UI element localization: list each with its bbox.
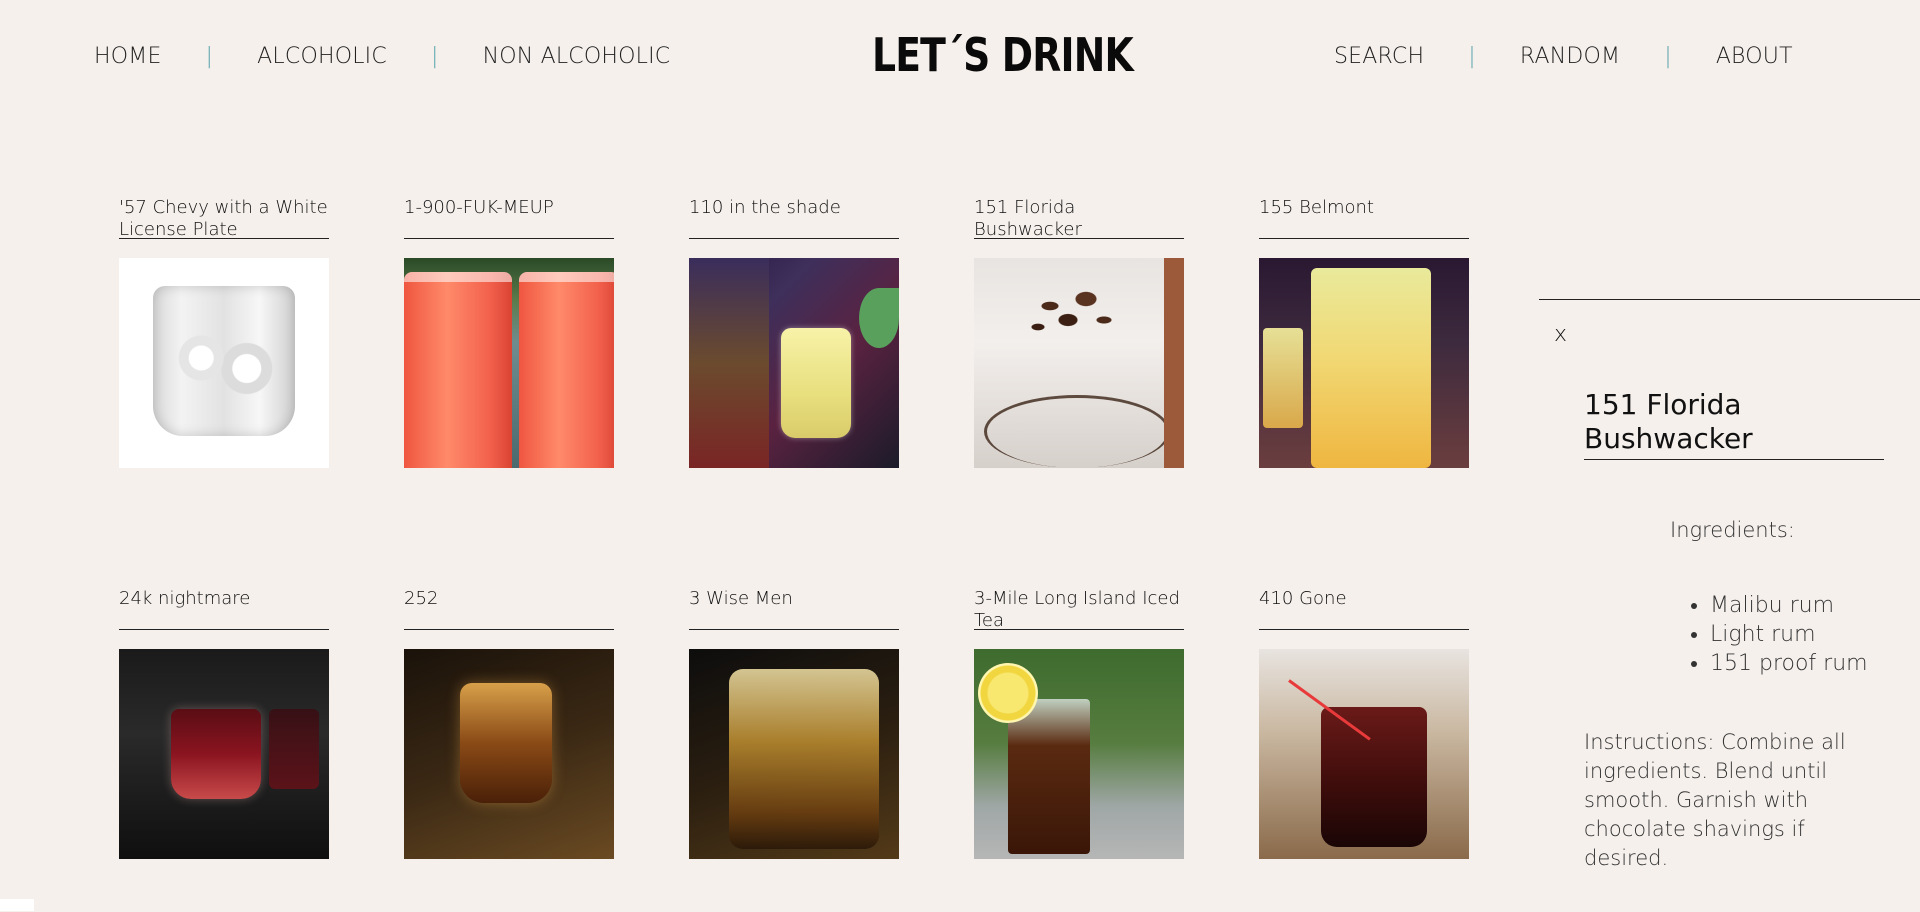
nav-separator: | [205,44,214,69]
nav-non-alcoholic-link[interactable]: NON ALCOHOLIC [483,44,671,69]
nav-left: HOME | ALCOHOLIC | NON ALCOHOLIC [94,44,670,69]
drink-image[interactable] [689,649,899,859]
drink-title: 110 in the shade [689,195,899,239]
drink-title: 3-Mile Long Island Iced Tea [974,586,1184,630]
ingredient-item: Light rum [1710,620,1868,649]
drink-title: 151 Florida Bushwacker [974,195,1184,239]
drink-title: 24k nightmare [119,586,329,630]
drink-title: 1-900-FUK-MEUP [404,195,614,239]
ingredients-heading: Ingredients: [1670,518,1795,542]
drink-card[interactable]: 1-900-FUK-MEUP [404,195,614,468]
drink-title: 3 Wise Men [689,586,899,630]
drink-title: 155 Belmont [1259,195,1469,239]
nav-alcoholic-link[interactable]: ALCOHOLIC [257,44,387,69]
drink-image[interactable] [404,258,614,468]
drink-image[interactable] [974,649,1184,859]
drink-image[interactable] [1259,649,1469,859]
drink-detail-panel: x 151 Florida Bushwacker Ingredients: Ma… [1539,299,1920,912]
nav-right: SEARCH | RANDOM | ABOUT [1334,44,1793,69]
nav-home-link[interactable]: HOME [94,44,162,69]
ingredients-list: Malibu rum Light rum 151 proof rum [1690,591,1868,678]
drink-image[interactable] [689,258,899,468]
nav-about-link[interactable]: ABOUT [1716,44,1793,69]
site-header: HOME | ALCOHOLIC | NON ALCOHOLIC LET´S D… [0,0,1920,120]
drink-card[interactable]: 151 Florida Bushwacker [974,195,1184,468]
drink-image[interactable] [974,258,1184,468]
drink-card[interactable]: 3 Wise Men [689,586,899,859]
drink-image[interactable] [119,258,329,468]
nav-search-link[interactable]: SEARCH [1334,44,1424,69]
drink-card[interactable]: 110 in the shade [689,195,899,468]
ingredient-item: 151 proof rum [1710,649,1868,678]
drink-image[interactable] [404,649,614,859]
nav-separator: | [1468,44,1476,69]
drink-title: '57 Chevy with a White License Plate [119,197,329,239]
drink-card[interactable]: '57 Chevy with a White License Plate [119,195,329,468]
drink-title: 252 [404,586,614,630]
page-corner-artifact [0,899,34,911]
nav-separator: | [1664,44,1672,69]
drink-title: 410 Gone [1259,586,1469,630]
drink-detail-title: 151 Florida Bushwacker [1584,388,1884,460]
instructions-text: Instructions: Combine all ingredients. B… [1584,730,1846,870]
close-panel-button[interactable]: x [1554,322,1567,347]
site-logo[interactable]: LET´S DRINK [872,28,1134,82]
drink-card[interactable]: 155 Belmont [1259,195,1469,468]
drink-card[interactable]: 24k nightmare [119,586,329,859]
nav-random-link[interactable]: RANDOM [1520,44,1620,69]
drink-card[interactable]: 410 Gone [1259,586,1469,859]
drink-image[interactable] [1259,258,1469,468]
drink-image[interactable] [119,649,329,859]
nav-separator: | [430,44,439,69]
drink-card[interactable]: 3-Mile Long Island Iced Tea [974,586,1184,859]
drink-card[interactable]: 252 [404,586,614,859]
ingredient-item: Malibu rum [1710,591,1868,620]
